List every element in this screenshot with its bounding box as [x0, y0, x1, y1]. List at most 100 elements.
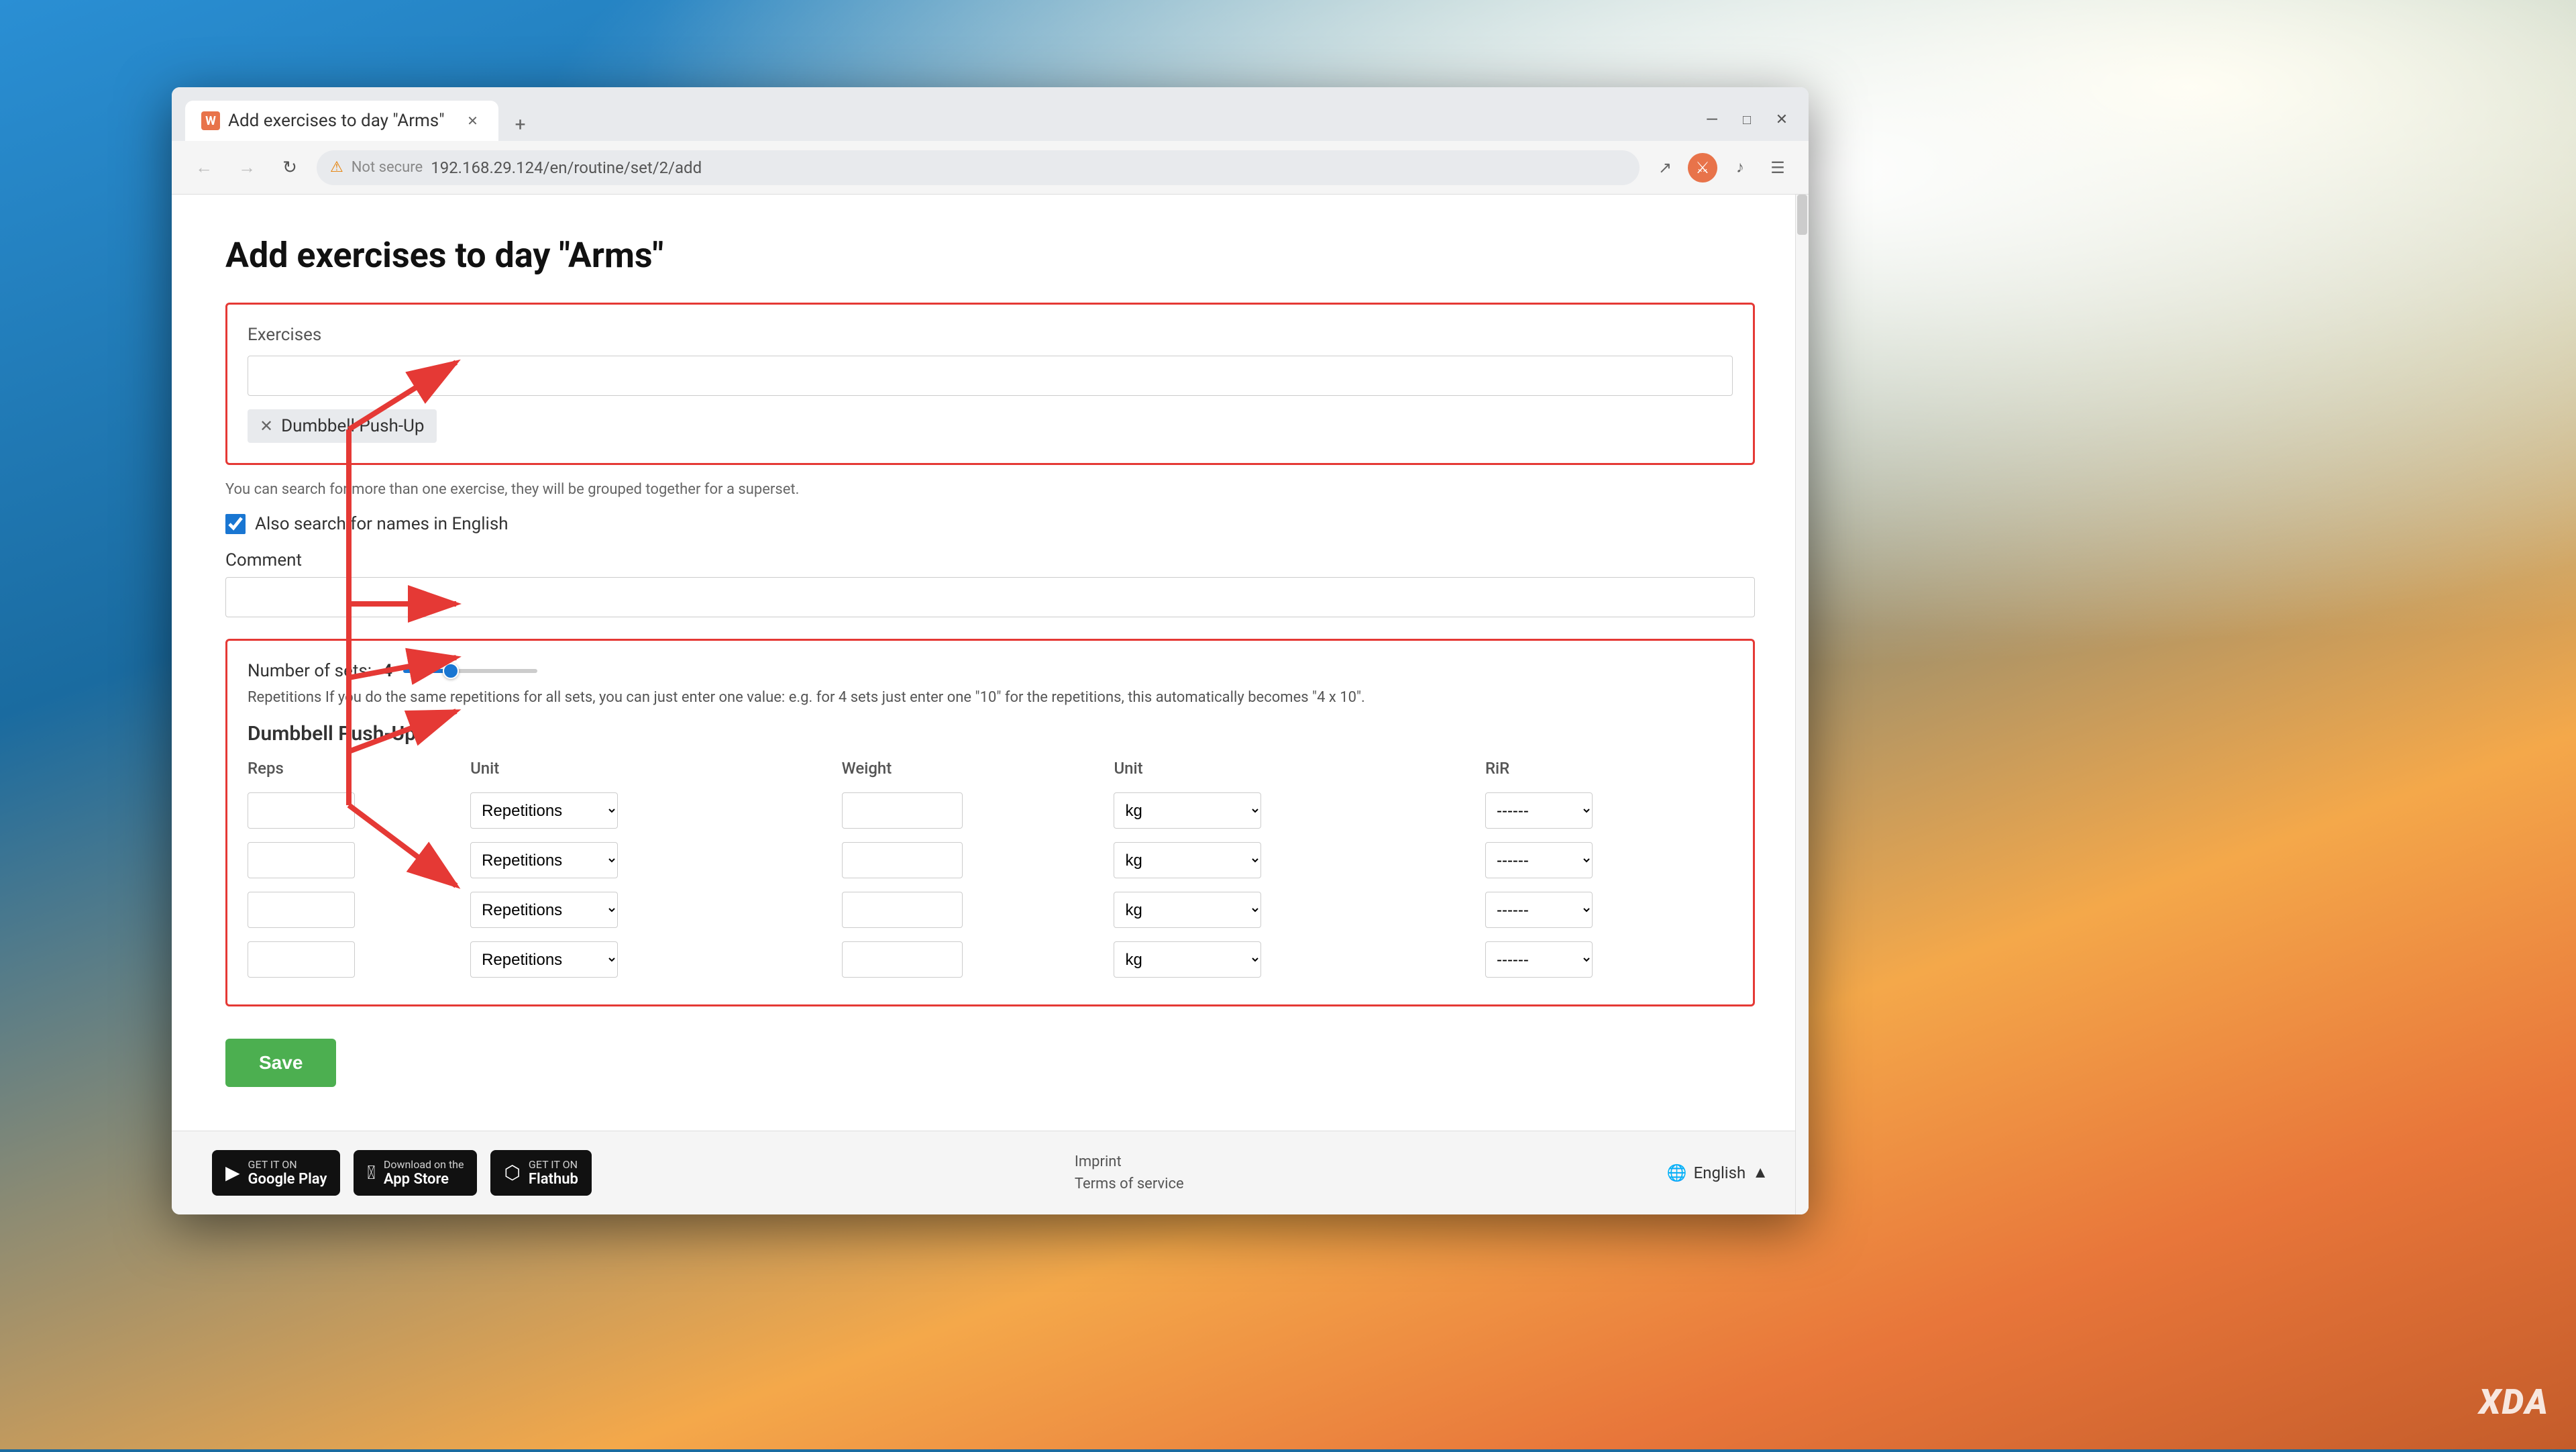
xda-watermark: XDA [2479, 1382, 2549, 1422]
tab-close-button[interactable]: ✕ [464, 111, 482, 130]
unit2-select-2: kg lbs [1114, 892, 1261, 928]
table-row: Repetitions kg lbs kg lbs ------ 0 1 [248, 885, 1733, 935]
menu-icon[interactable]: ☰ [1763, 153, 1792, 183]
flathub-badge[interactable]: ⬡ GET IT ON Flathub [490, 1150, 591, 1196]
unit-select-3[interactable]: Repetitions kg lbs [470, 941, 618, 978]
exercise-hint: You can search for more than one exercis… [225, 481, 1755, 498]
terms-link[interactable]: Terms of service [1075, 1176, 1184, 1192]
sets-table: Reps Unit Weight Unit RiR Repetitions [248, 754, 1733, 984]
th-rir: RiR [1485, 754, 1733, 786]
reps-hint: Repetitions If you do the same repetitio… [248, 686, 1733, 709]
music-icon[interactable]: ♪ [1725, 153, 1755, 183]
reps-input-1[interactable] [248, 842, 355, 878]
comment-section: Comment [225, 550, 1755, 617]
reps-input-3[interactable] [248, 941, 355, 978]
th-reps: Reps [248, 754, 470, 786]
sets-slider[interactable] [403, 669, 537, 673]
new-tab-button[interactable]: + [504, 107, 537, 141]
brave-shields-icon[interactable]: ⚔ [1688, 153, 1717, 183]
unit2-select-3: kg lbs [1114, 941, 1261, 978]
back-button[interactable]: ← [188, 152, 220, 184]
language-label: English [1694, 1163, 1746, 1182]
maximize-button[interactable]: □ [1733, 106, 1760, 133]
google-play-badge[interactable]: ▶ GET IT ON Google Play [212, 1150, 340, 1196]
reps-input-0[interactable] [248, 792, 355, 829]
unit-select-2[interactable]: Repetitions kg lbs [470, 892, 618, 928]
rir-select-2[interactable]: ------ 0 1 2 3 [1485, 892, 1593, 928]
tab-favicon: W [201, 111, 220, 130]
flathub-small: GET IT ON [529, 1158, 578, 1171]
exercises-label: Exercises [248, 325, 1733, 345]
app-store-text: Download on the App Store [384, 1158, 464, 1188]
close-button[interactable]: ✕ [1768, 106, 1795, 133]
google-play-text: GET IT ON Google Play [248, 1158, 327, 1188]
browser-window: W Add exercises to day "Arms" ✕ + — □ ✕ … [172, 87, 1809, 1214]
rir-select-3[interactable]: ------ 0 1 2 3 [1485, 941, 1593, 978]
th-weight: Weight [842, 754, 1114, 786]
language-selector[interactable]: 🌐 English ▲ [1667, 1163, 1768, 1182]
flathub-icon: ⬡ [504, 1161, 520, 1184]
weight-input-2[interactable] [842, 892, 963, 928]
page-content: Add exercises to day "Arms" Exercises ✕ … [172, 195, 1809, 1131]
tab-title: Add exercises to day "Arms" [228, 111, 445, 131]
sets-slider-row: Number of sets: 4 [248, 661, 1733, 681]
weight-input-0[interactable] [842, 792, 963, 829]
reps-input-2[interactable] [248, 892, 355, 928]
tab-bar: W Add exercises to day "Arms" ✕ + — □ ✕ [172, 87, 1809, 141]
english-search-label: Also search for names in English [255, 514, 508, 534]
weight-input-3[interactable] [842, 941, 963, 978]
globe-icon: 🌐 [1667, 1163, 1687, 1182]
scrollbar-thumb[interactable] [1797, 195, 1807, 235]
imprint-link[interactable]: Imprint [1075, 1153, 1184, 1170]
page-title: Add exercises to day "Arms" [225, 235, 1755, 276]
store-badges: ▶ GET IT ON Google Play  Download on th… [212, 1150, 592, 1196]
exercise-search-input[interactable] [248, 356, 1733, 396]
save-button[interactable]: Save [225, 1039, 336, 1087]
unit2-select-0: kg lbs [1114, 792, 1261, 829]
google-play-small: GET IT ON [248, 1158, 327, 1171]
exercise-row-title: Dumbbell Push-Up [248, 722, 1733, 745]
google-play-big: Google Play [248, 1171, 327, 1188]
comment-label: Comment [225, 550, 1755, 570]
english-search-checkbox[interactable] [225, 514, 246, 534]
table-row: Repetitions kg lbs kg lbs ------ 0 1 [248, 786, 1733, 835]
comment-input[interactable] [225, 577, 1755, 617]
sets-label: Number of sets: [248, 661, 372, 681]
unit-select-1[interactable]: Repetitions kg lbs [470, 842, 618, 878]
exercise-tag-remove[interactable]: ✕ [260, 417, 273, 435]
security-warning-icon: ⚠ [330, 159, 343, 176]
minimize-button[interactable]: — [1699, 106, 1725, 133]
address-right-controls: ↗ ⚔ ♪ ☰ [1650, 153, 1792, 183]
english-checkbox-row: Also search for names in English [225, 514, 1755, 534]
exercise-tag-container: ✕ Dumbbell Push-Up [248, 409, 1733, 443]
app-store-small: Download on the [384, 1158, 464, 1171]
unit2-select-1: kg lbs [1114, 842, 1261, 878]
footer-links: Imprint Terms of service [1075, 1153, 1184, 1192]
address-input-bar[interactable]: ⚠ Not secure 192.168.29.124/en/routine/s… [317, 150, 1640, 185]
reload-button[interactable]: ↻ [274, 152, 306, 184]
security-label: Not secure [352, 159, 423, 176]
exercises-section: Exercises ✕ Dumbbell Push-Up [225, 303, 1755, 465]
rir-select-1[interactable]: ------ 0 1 2 3 [1485, 842, 1593, 878]
google-play-icon: ▶ [225, 1161, 240, 1184]
th-unit: Unit [470, 754, 792, 786]
table-row: Repetitions kg lbs kg lbs ------ 0 1 [248, 835, 1733, 885]
rir-select-0[interactable]: ------ 0 1 2 3 [1485, 792, 1593, 829]
unit-select-0[interactable]: Repetitions kg lbs [470, 792, 618, 829]
weight-input-1[interactable] [842, 842, 963, 878]
exercise-tag: ✕ Dumbbell Push-Up [248, 409, 437, 443]
exercise-tag-label: Dumbbell Push-Up [281, 416, 424, 436]
table-row: Repetitions kg lbs kg lbs ------ 0 1 [248, 935, 1733, 984]
app-store-badge[interactable]:  Download on the App Store [354, 1150, 477, 1196]
browser-tab[interactable]: W Add exercises to day "Arms" ✕ [185, 101, 498, 141]
flathub-text: GET IT ON Flathub [529, 1158, 578, 1188]
sets-section: Number of sets: 4 Repetitions If you do … [225, 639, 1755, 1006]
app-store-icon:  [367, 1161, 375, 1184]
sets-count-value: 4 [382, 661, 392, 681]
forward-button[interactable]: → [231, 152, 263, 184]
share-icon[interactable]: ↗ [1650, 153, 1680, 183]
flathub-big: Flathub [529, 1171, 578, 1188]
lang-chevron-icon: ▲ [1752, 1163, 1768, 1182]
footer: ▶ GET IT ON Google Play  Download on th… [172, 1131, 1809, 1214]
scrollbar-track[interactable] [1795, 195, 1809, 1214]
